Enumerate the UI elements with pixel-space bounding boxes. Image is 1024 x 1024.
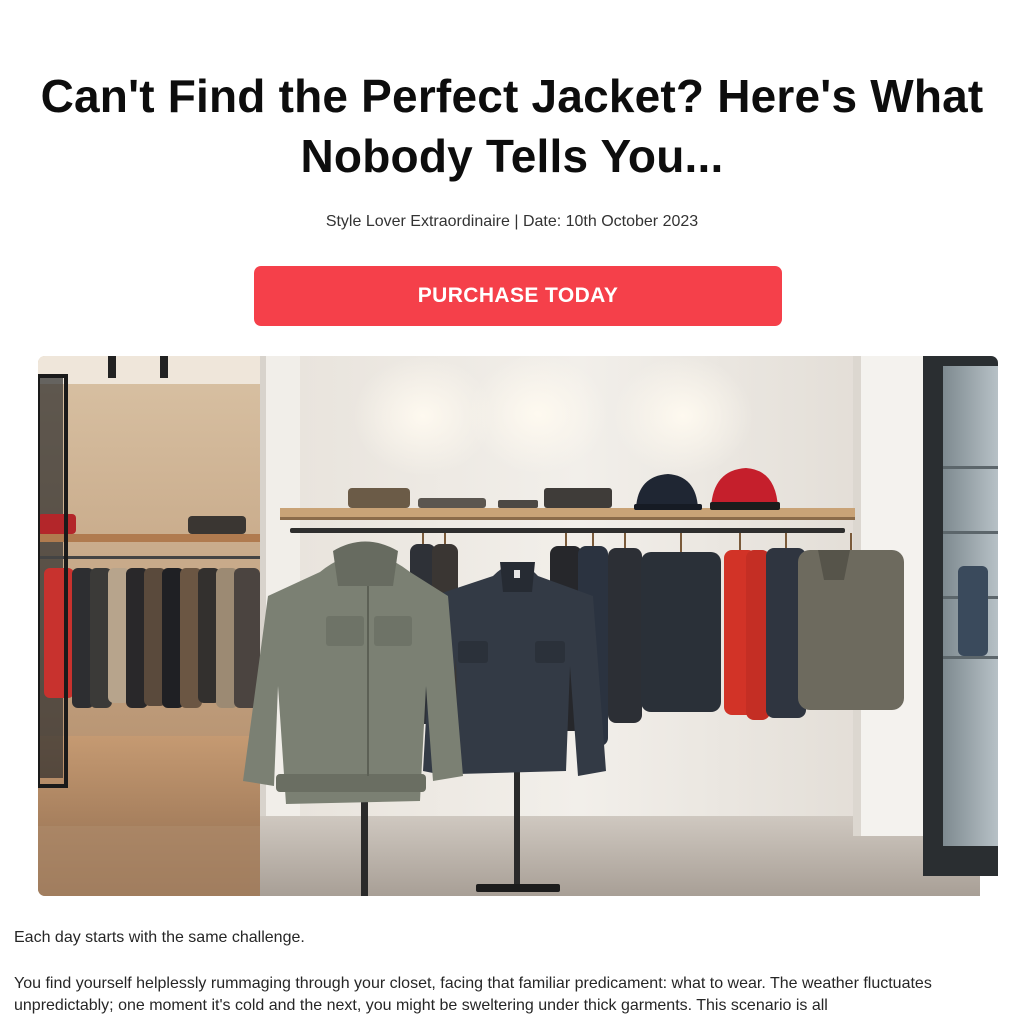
article-body: Each day starts with the same challenge.…: [14, 927, 1010, 1024]
article-headline: Can't Find the Perfect Jacket? Here's Wh…: [40, 70, 984, 182]
article-paragraph-2: You find yourself helplessly rummaging t…: [14, 975, 932, 1014]
purchase-today-button[interactable]: PURCHASE TODAY: [254, 266, 782, 326]
hero-image-jacket-store: [38, 356, 998, 896]
article-byline: Style Lover Extraordinaire | Date: 10th …: [325, 213, 699, 230]
advertorial-page: Can't Find the Perfect Jacket? Here's Wh…: [0, 0, 1024, 1024]
article-paragraph-1: Each day starts with the same challenge.: [14, 929, 305, 946]
